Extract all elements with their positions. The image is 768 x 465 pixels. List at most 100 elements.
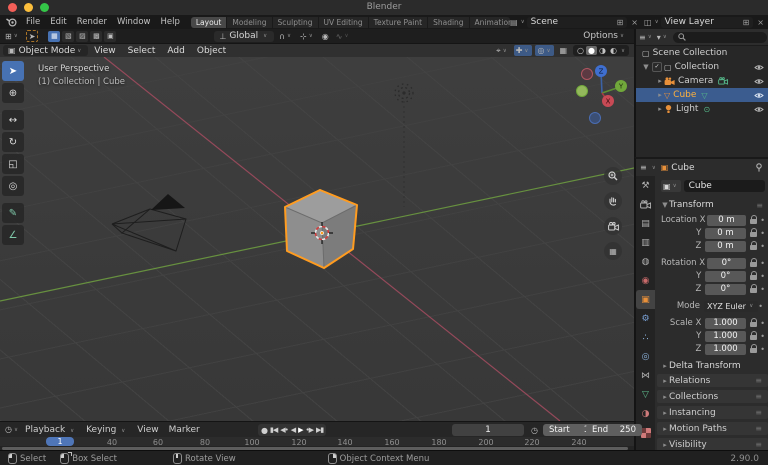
auto-keying-record-button[interactable]: ● <box>261 426 268 435</box>
3d-viewport[interactable]: User Perspective (1) Collection | Cube ➤… <box>0 57 634 421</box>
workspace-tab-texture-paint[interactable]: Texture Paint <box>368 16 429 28</box>
jump-to-end-button[interactable]: ▶▮ <box>316 426 324 434</box>
cube-object[interactable] <box>284 189 358 269</box>
frame-end-field[interactable]: End 250 <box>586 424 642 436</box>
snap-target-dropdown[interactable]: ⊹ ∨ <box>298 31 317 42</box>
tab-tool-properties[interactable]: ⚒ <box>636 176 655 195</box>
hide-camera-eye-icon[interactable] <box>754 78 764 85</box>
select-box-tool-button[interactable]: ➤ <box>2 61 24 81</box>
lock-icon[interactable] <box>749 228 758 238</box>
light-object[interactable] <box>394 83 414 207</box>
transform-tool-button[interactable]: ◎ <box>2 176 24 196</box>
expand-arrow-icon[interactable]: ▼ <box>642 63 650 71</box>
properties-editor-icon[interactable]: ≡ <box>640 163 647 172</box>
cursor-tool-button[interactable]: ⊕ <box>2 83 24 103</box>
select-mode-set-button[interactable]: ▦ <box>48 30 61 42</box>
close-window-button[interactable] <box>8 3 17 12</box>
minimize-window-button[interactable] <box>24 3 33 12</box>
tab-constraint-properties[interactable]: ⋈ <box>636 366 655 385</box>
navigation-gizmo[interactable]: Z Y X <box>572 63 632 125</box>
outliner-display-mode-dropdown[interactable]: ≡ <box>639 33 646 42</box>
tab-material-properties[interactable]: ◑ <box>636 404 655 423</box>
panel-grip-icon[interactable]: ≡ <box>756 201 763 210</box>
scale-tool-button[interactable]: ◱ <box>2 154 24 174</box>
select-mode-extend-button[interactable]: ▧ <box>62 30 75 42</box>
camera-view-button[interactable] <box>604 217 622 235</box>
animate-dot[interactable]: • <box>760 259 765 268</box>
scene-selector[interactable]: ▤ ∨ Scene ⊞ × <box>510 16 638 28</box>
outliner-filter-dropdown[interactable]: ▾ <box>657 33 661 42</box>
move-tool-button[interactable]: ↔ <box>2 110 24 130</box>
show-overlays-dropdown[interactable]: ◎ ∨ <box>535 45 555 56</box>
outliner-row-camera[interactable]: ▸ Camera <box>636 74 768 88</box>
show-gizmo-dropdown[interactable]: ✚ ∨ <box>513 45 533 56</box>
relations-panel-header[interactable]: ▸ Relations ≡ <box>657 374 768 387</box>
scene-name-field[interactable]: Scene ⊞ <box>526 16 628 28</box>
rotate-tool-button[interactable]: ↻ <box>2 132 24 152</box>
options-dropdown[interactable]: Options ∨ <box>583 31 626 41</box>
animate-dot[interactable]: • <box>758 302 763 311</box>
lock-icon[interactable] <box>749 258 758 268</box>
animate-dot[interactable]: • <box>760 242 765 251</box>
workspace-tab-shading[interactable]: Shading <box>428 16 470 28</box>
scale-z-field[interactable]: 1.000 <box>705 343 746 355</box>
location-z-field[interactable]: 0 m <box>705 240 746 252</box>
animate-dot[interactable]: • <box>760 229 765 238</box>
transform-panel-header[interactable]: ▼ Transform ≡ <box>661 200 765 210</box>
menu-render[interactable]: Render <box>72 17 112 27</box>
play-reverse-button[interactable]: ◀ <box>291 426 296 434</box>
instancing-panel-header[interactable]: ▸ Instancing ≡ <box>657 406 768 419</box>
rotation-y-field[interactable]: 0° <box>705 270 746 282</box>
viewport-menu-object[interactable]: Object <box>191 46 232 56</box>
animate-dot[interactable]: • <box>760 319 765 328</box>
new-scene-icon[interactable]: ⊞ <box>617 18 624 27</box>
rotation-mode-dropdown[interactable]: XYZ Euler ∨ <box>704 300 759 312</box>
shading-wireframe-button[interactable]: ○ <box>575 46 586 55</box>
scale-x-field[interactable]: 1.000 <box>705 317 746 329</box>
workspace-tab-sculpting[interactable]: Sculpting <box>272 16 319 28</box>
object-id-type-dropdown[interactable]: ▣ ∨ <box>661 180 681 192</box>
lock-icon[interactable] <box>749 344 758 354</box>
keying-menu[interactable]: Keying ∨ <box>81 425 132 435</box>
use-preview-range-icon[interactable]: ◷ <box>531 426 538 435</box>
lock-icon[interactable] <box>749 318 758 328</box>
animate-dot[interactable]: • <box>760 345 765 354</box>
shading-rendered-button[interactable]: ◐ <box>608 46 619 55</box>
scale-y-field[interactable]: 1.000 <box>705 330 746 342</box>
view-layer-name-field[interactable]: View Layer ⊞ <box>660 16 754 28</box>
panel-grip-icon[interactable]: ≡ <box>755 440 762 449</box>
select-mode-invert-button[interactable]: ▩ <box>90 30 103 42</box>
lock-icon[interactable] <box>749 241 758 251</box>
proportional-editing-button[interactable]: ◉ <box>320 31 331 42</box>
timeline-editor-icon[interactable]: ◷ <box>5 425 12 434</box>
tab-view-layer-properties[interactable]: ▥ <box>636 233 655 252</box>
snapping-dropdown[interactable]: ∩ ∨ <box>277 31 295 42</box>
lock-icon[interactable] <box>749 284 758 294</box>
tab-scene-properties[interactable]: ◍ <box>636 252 655 271</box>
object-visibility-dropdown[interactable]: ⌖ ∨ <box>494 45 511 56</box>
menu-file[interactable]: File <box>21 17 45 27</box>
playhead-marker[interactable]: 1 <box>46 437 74 446</box>
lock-icon[interactable] <box>749 271 758 281</box>
toggle-perspective-button[interactable]: ▦ <box>604 242 622 260</box>
marker-menu[interactable]: Marker <box>164 425 205 435</box>
shading-solid-button[interactable]: ● <box>586 46 597 55</box>
workspace-tab-uv-editing[interactable]: UV Editing <box>318 16 369 28</box>
tab-object-data-properties[interactable]: ▽ <box>636 385 655 404</box>
shading-material-button[interactable]: ◑ <box>597 46 608 55</box>
workspace-tab-modeling[interactable]: Modeling <box>227 16 273 28</box>
menu-edit[interactable]: Edit <box>45 17 71 27</box>
tab-physics-properties[interactable]: ◎ <box>636 347 655 366</box>
transform-orientation-dropdown[interactable]: ⊥ Global ∨ <box>214 30 275 42</box>
tab-output-properties[interactable]: ▤ <box>636 214 655 233</box>
menu-help[interactable]: Help <box>155 17 184 27</box>
panel-grip-icon[interactable]: ≡ <box>755 408 762 417</box>
outliner-row-collection[interactable]: ▼ ✓ ▢ Collection <box>636 60 768 74</box>
playback-menu[interactable]: Playback ∨ <box>20 425 81 435</box>
view-menu[interactable]: View <box>132 425 163 435</box>
lock-icon[interactable] <box>749 215 758 225</box>
expand-arrow-icon[interactable]: ▸ <box>656 77 664 85</box>
outliner-search-input[interactable] <box>672 31 767 43</box>
tab-object-properties[interactable]: ▣ <box>636 290 655 309</box>
panel-grip-icon[interactable]: ≡ <box>755 376 762 385</box>
